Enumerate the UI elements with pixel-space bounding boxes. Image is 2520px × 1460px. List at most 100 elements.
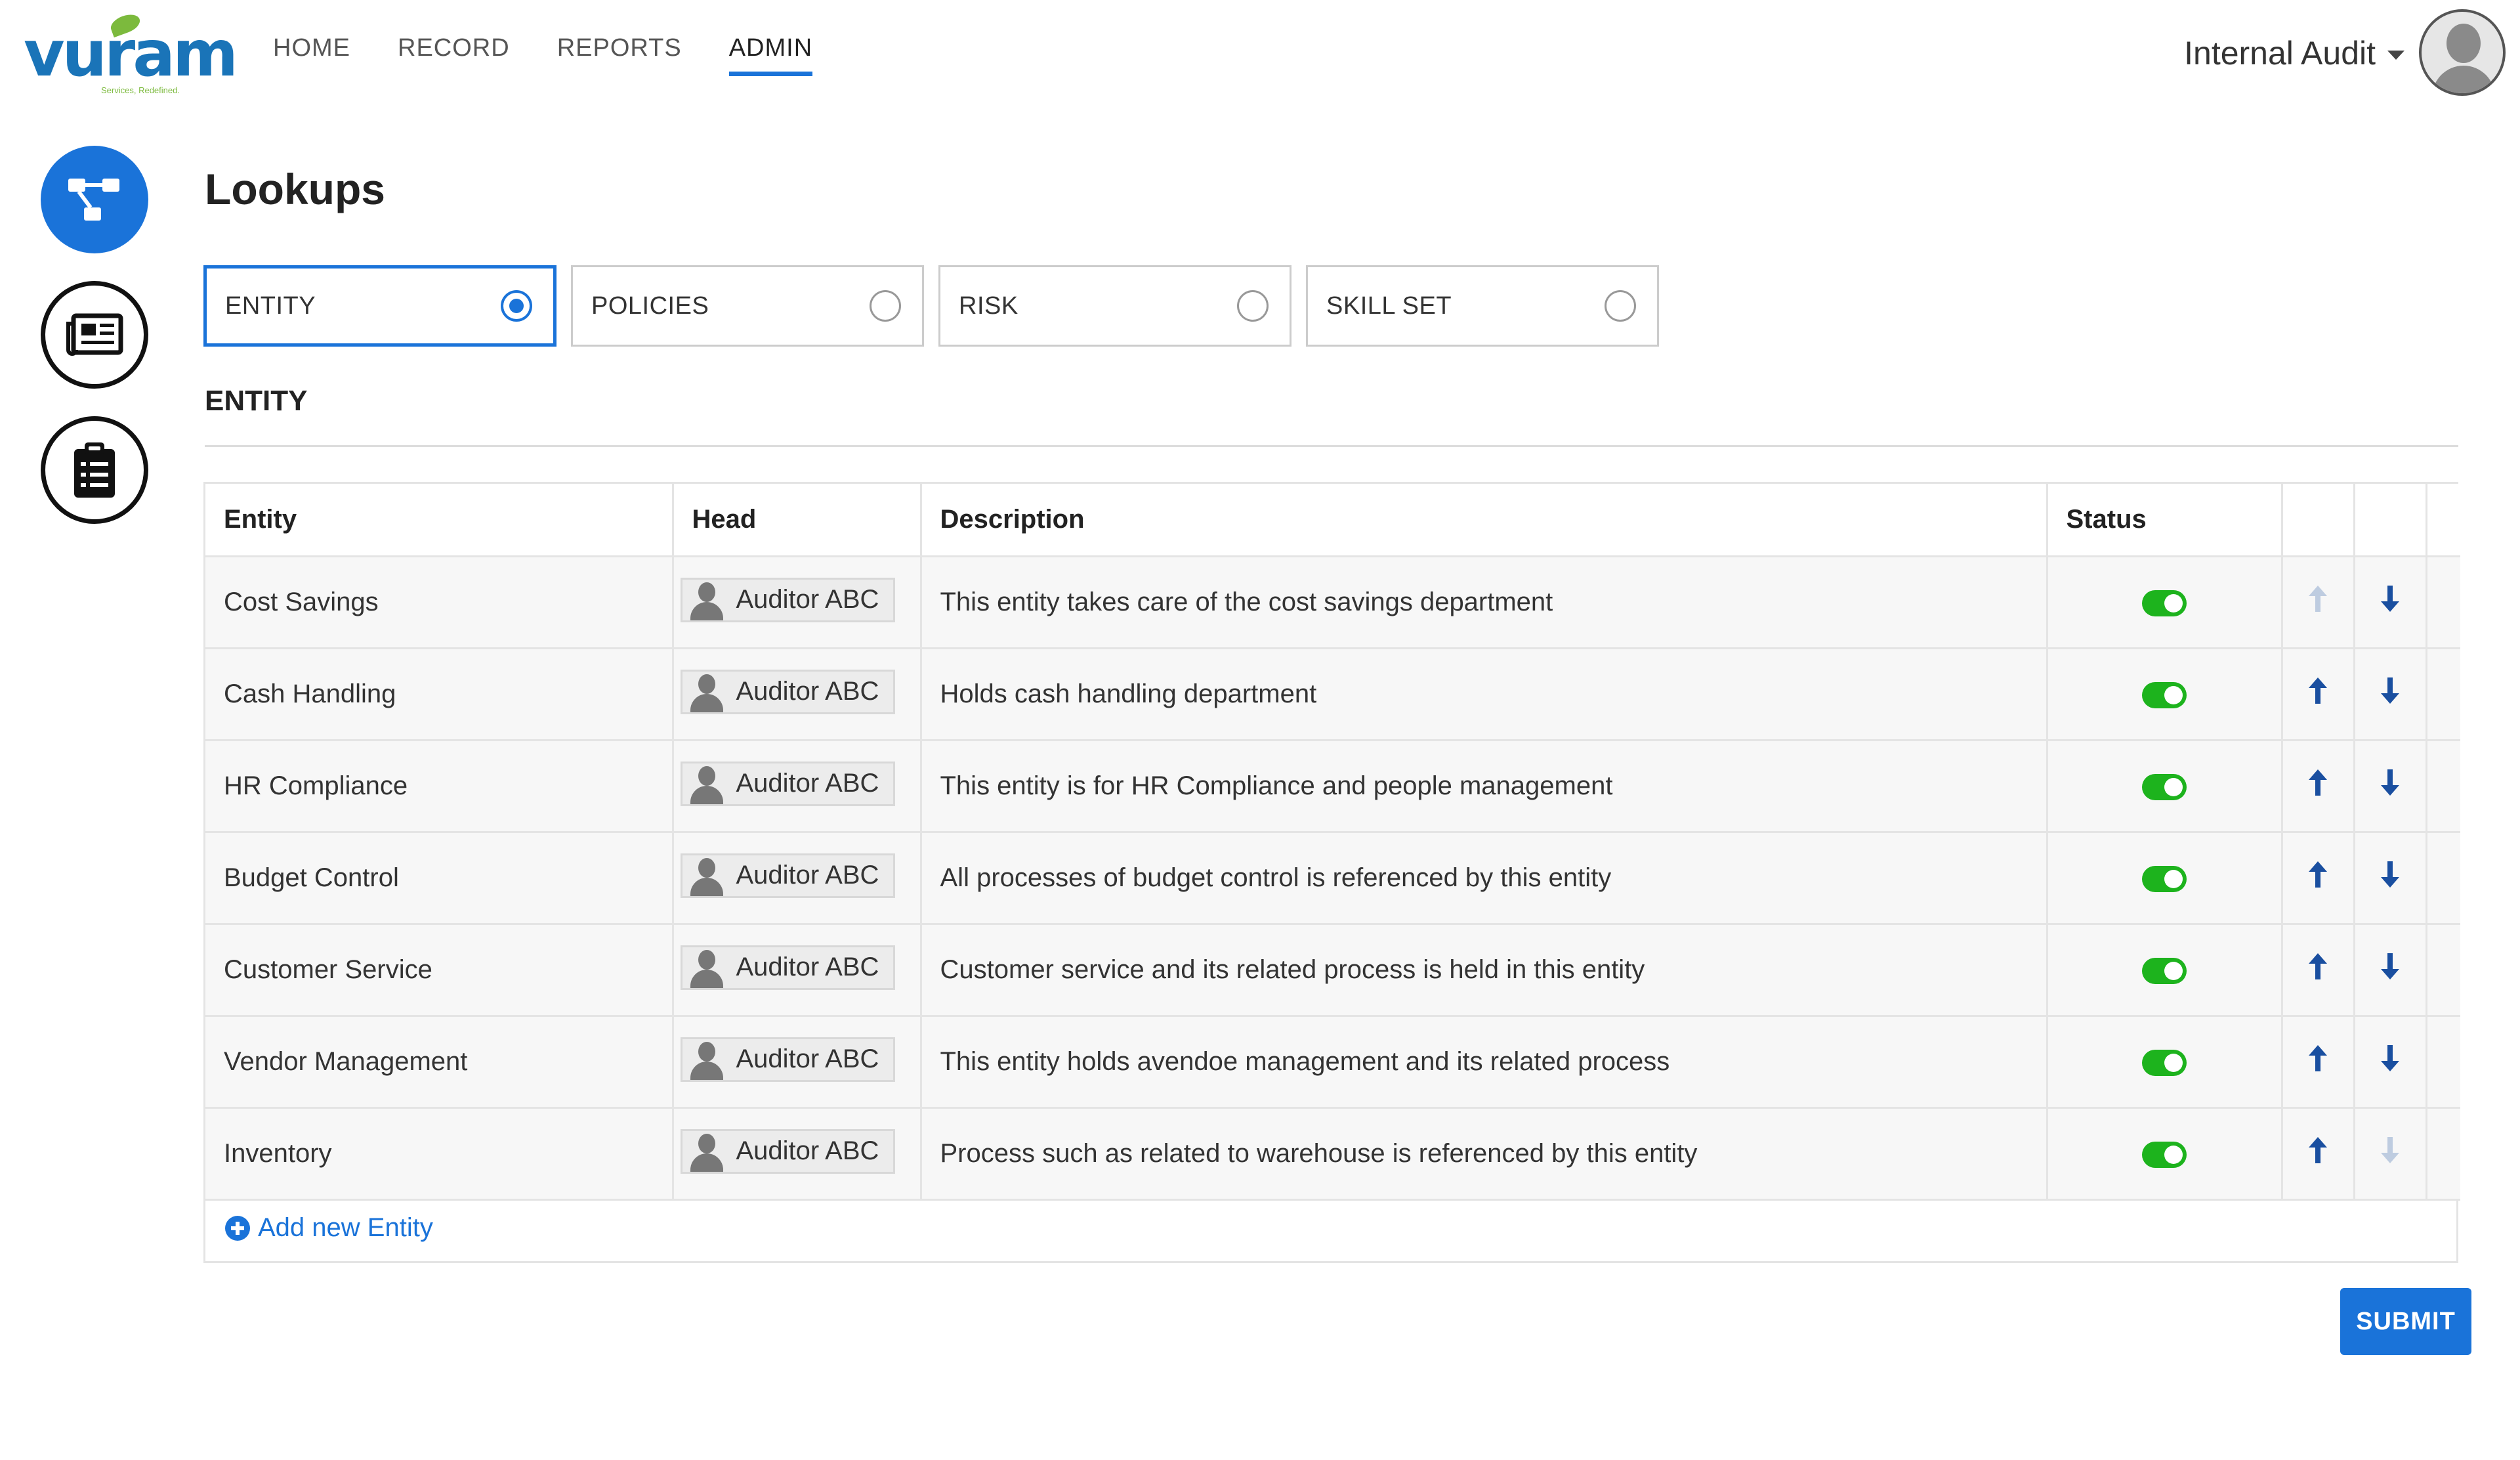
status-cell	[2047, 832, 2283, 925]
arrow-up-icon[interactable]	[2307, 676, 2329, 712]
status-toggle[interactable]	[2142, 1049, 2187, 1076]
nav-item-reports[interactable]: REPORTS	[557, 34, 682, 76]
head-cell: Auditor ABC	[673, 740, 922, 833]
tab-label: POLICIES	[591, 291, 709, 320]
submit-button[interactable]: SUBMIT	[2340, 1288, 2471, 1355]
head-cell: Auditor ABC	[673, 1107, 922, 1201]
nav-item-home[interactable]: HOME	[273, 34, 350, 76]
table-row: Cash Handling Auditor ABC Holds cash handl…	[205, 648, 2460, 741]
org-label: Internal Audit	[2184, 35, 2376, 72]
tab-label: RISK	[959, 291, 1018, 320]
move-down-cell	[2354, 1107, 2427, 1201]
move-down-cell	[2354, 740, 2427, 833]
column-header-entity: Entity	[205, 484, 674, 557]
status-toggle[interactable]	[2142, 681, 2187, 708]
table-row: Customer Service Auditor ABC Customer serv…	[205, 924, 2460, 1017]
user-avatar-icon	[686, 947, 727, 988]
arrow-up-icon[interactable]	[2307, 952, 2329, 987]
avatar-body-shape	[2432, 66, 2495, 93]
description-cell: Process such as related to warehouse is …	[921, 1107, 2048, 1201]
arrow-down-icon[interactable]	[2379, 1044, 2401, 1079]
vuram-logo[interactable]: vuram Services, Redefined.	[24, 11, 238, 95]
nav-item-admin[interactable]: ADMIN	[728, 34, 813, 76]
head-user-name: Auditor ABC	[736, 953, 879, 981]
arrow-up-icon[interactable]	[2307, 860, 2329, 895]
spacer-cell	[2426, 1107, 2460, 1201]
tab-skill-set[interactable]: SKILL SET	[1306, 265, 1659, 347]
arrow-up-icon[interactable]	[2307, 1044, 2329, 1079]
arrow-down-icon[interactable]	[2379, 584, 2401, 620]
head-cell: Auditor ABC	[673, 556, 922, 649]
move-down-cell	[2354, 832, 2427, 925]
head-user-chip[interactable]: Auditor ABC	[680, 945, 896, 990]
move-up-cell	[2282, 832, 2355, 925]
status-toggle[interactable]	[2142, 1141, 2187, 1168]
column-header-description: Description	[921, 484, 2048, 557]
user-avatar[interactable]	[2419, 9, 2506, 96]
move-up-cell	[2282, 648, 2355, 741]
radio-empty-icon[interactable]	[870, 290, 901, 322]
status-toggle[interactable]	[2142, 957, 2187, 984]
head-user-chip[interactable]: Auditor ABC	[680, 577, 896, 622]
head-cell: Auditor ABC	[673, 924, 922, 1017]
head-user-name: Auditor ABC	[736, 1136, 879, 1165]
spacer-cell	[2426, 1016, 2460, 1109]
user-avatar-icon	[686, 672, 727, 712]
head-user-chip[interactable]: Auditor ABC	[680, 669, 896, 714]
avatar-head-shape	[2446, 24, 2481, 63]
description-cell: All processes of budget control is refer…	[921, 832, 2048, 925]
page-title: Lookups	[205, 165, 385, 213]
add-entity-label: Add new Entity	[258, 1213, 433, 1242]
nav-item-record[interactable]: RECORD	[398, 34, 510, 76]
user-avatar-icon	[686, 855, 727, 896]
rail-lookups-button[interactable]	[41, 146, 148, 253]
user-avatar-icon	[686, 1131, 727, 1172]
entity-name-cell: Budget Control	[205, 832, 674, 925]
user-avatar-icon	[686, 580, 727, 620]
tab-risk[interactable]: RISK	[938, 265, 1292, 347]
tab-entity[interactable]: ENTITY	[203, 265, 556, 347]
arrow-up-icon[interactable]	[2307, 768, 2329, 804]
radio-empty-icon[interactable]	[1605, 290, 1636, 322]
arrow-down-icon[interactable]	[2379, 952, 2401, 987]
head-user-chip[interactable]: Auditor ABC	[680, 1037, 896, 1082]
entity-table-card: Entity Head Description Status Cost Savi…	[203, 482, 2460, 1263]
description-cell: This entity takes care of the cost savin…	[921, 556, 2048, 649]
head-cell: Auditor ABC	[673, 1016, 922, 1109]
rail-tasks-button[interactable]	[41, 416, 148, 524]
head-user-chip[interactable]: Auditor ABC	[680, 853, 896, 898]
status-toggle[interactable]	[2142, 590, 2187, 616]
move-down-cell	[2354, 924, 2427, 1017]
description-cell: This entity is for HR Compliance and peo…	[921, 740, 2048, 833]
tab-policies[interactable]: POLICIES	[571, 265, 924, 347]
move-up-cell	[2282, 1016, 2355, 1109]
column-header-head: Head	[673, 484, 922, 557]
description-cell: Customer service and its related process…	[921, 924, 2048, 1017]
radio-empty-icon[interactable]	[1237, 290, 1269, 322]
status-toggle[interactable]	[2142, 773, 2187, 800]
lookup-type-tabs: ENTITY POLICIES RISK SKILL SET	[203, 265, 1659, 347]
status-toggle[interactable]	[2142, 865, 2187, 892]
logo-tagline: Services, Redefined.	[101, 85, 180, 95]
arrow-up-icon[interactable]	[2307, 1136, 2329, 1171]
spacer-cell	[2426, 832, 2460, 925]
table-row: Cost Savings Auditor ABC This entity takes…	[205, 556, 2460, 649]
status-cell	[2047, 556, 2283, 649]
head-user-chip[interactable]: Auditor ABC	[680, 1128, 896, 1174]
move-down-cell	[2354, 1016, 2427, 1109]
radio-selected-icon[interactable]	[501, 290, 532, 322]
add-entity-link[interactable]: Add new Entity	[225, 1213, 433, 1243]
rail-records-button[interactable]	[41, 281, 148, 389]
arrow-down-icon[interactable]	[2379, 860, 2401, 895]
column-header-status: Status	[2047, 484, 2283, 557]
arrow-down-icon[interactable]	[2379, 768, 2401, 804]
entity-name-cell: Inventory	[205, 1107, 674, 1201]
move-up-cell	[2282, 556, 2355, 649]
arrow-up-icon	[2307, 584, 2329, 620]
user-avatar-icon	[686, 1039, 727, 1080]
org-dropdown[interactable]: Internal Audit	[2184, 34, 2404, 72]
head-user-chip[interactable]: Auditor ABC	[680, 761, 896, 806]
tab-label: SKILL SET	[1326, 291, 1452, 320]
clipboard-icon	[74, 442, 115, 498]
arrow-down-icon[interactable]	[2379, 676, 2401, 712]
